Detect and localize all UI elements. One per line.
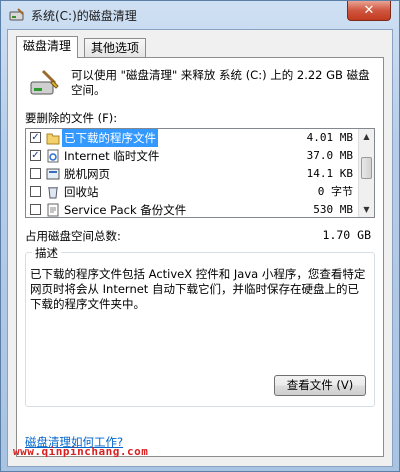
list-scrollbar[interactable]: ▲ ▼ [358,129,374,217]
tab-disk-cleanup[interactable]: 磁盘清理 [16,36,79,58]
checkbox-checked[interactable]: ✓ [30,132,41,143]
view-files-button[interactable]: 查看文件 (V) [274,375,366,396]
recycle-bin-icon [48,187,58,199]
file-name: 已下载的程序文件 [62,129,158,147]
disk-cleanup-window: 系统(C:)的磁盘清理 ✕ 磁盘清理 其他选项 可以使用 "磁盘清理" 来释放 … [0,0,400,472]
backup-file-icon [47,203,59,217]
file-size: 37.0 MB [306,149,353,162]
list-item[interactable]: ✓ Internet 临时文件 37.0 MB [26,147,359,165]
description-text: 已下载的程序文件包括 ActiveX 控件和 Java 小程序，您查看特定网页时… [30,267,366,311]
list-item[interactable]: Service Pack 备份文件 530 MB [26,201,359,217]
file-size: 4.01 MB [306,131,353,144]
watermark-text: www.qinpinchang.com [13,445,149,458]
files-to-delete-label: 要删除的文件 (F): [25,111,118,125]
folder-icon [46,133,60,145]
title-bar[interactable]: 系统(C:)的磁盘清理 ✕ [1,1,399,29]
checkbox-unchecked[interactable] [30,168,41,179]
list-item[interactable]: ✓ 已下载的程序文件 4.01 MB [26,129,359,147]
checkbox-unchecked[interactable] [30,204,41,215]
close-button[interactable]: ✕ [347,1,391,21]
files-to-delete-list[interactable]: ✓ 已下载的程序文件 4.01 MB ✓ Internet 临时文件 37.0 … [25,128,375,218]
total-space-value: 1.70 GB [322,228,371,242]
file-name: 回收站 [64,185,99,199]
tab-panel: 可以使用 "磁盘清理" 来释放 系统 (C:) 上的 2.22 GB 磁盘空间。… [16,57,384,457]
file-size: 0 字节 [317,185,353,198]
file-size: 530 MB [313,203,353,216]
list-item[interactable]: 脱机网页 14.1 KB [26,165,359,183]
checkbox-unchecked[interactable] [30,186,41,197]
offline-page-icon [46,168,60,180]
scroll-up-icon[interactable]: ▲ [360,130,373,143]
intro-text: 可以使用 "磁盘清理" 来释放 系统 (C:) 上的 2.22 GB 磁盘空间。 [71,68,370,97]
ie-file-icon [47,149,59,163]
file-name: Internet 临时文件 [64,149,160,163]
description-legend: 描述 [32,245,61,261]
file-size: 14.1 KB [306,167,353,180]
dialog-client-area: 磁盘清理 其他选项 可以使用 "磁盘清理" 来释放 系统 (C:) 上的 2.2… [7,29,393,467]
window-title: 系统(C:)的磁盘清理 [31,9,137,23]
scroll-down-icon[interactable]: ▼ [360,203,373,216]
scroll-thumb[interactable] [361,157,372,179]
tab-more-options[interactable]: 其他选项 [84,38,147,58]
disk-cleanup-icon [9,8,24,21]
file-name: 脱机网页 [64,167,110,181]
description-group: 描述 已下载的程序文件包括 ActiveX 控件和 Java 小程序，您查看特定… [25,245,375,407]
checkbox-checked[interactable]: ✓ [30,150,41,161]
list-item[interactable]: 回收站 0 字节 [26,183,359,201]
disk-cleanup-large-icon [30,69,59,95]
file-name: Service Pack 备份文件 [64,203,187,217]
total-space-label: 占用磁盘空间总数: [25,229,121,243]
